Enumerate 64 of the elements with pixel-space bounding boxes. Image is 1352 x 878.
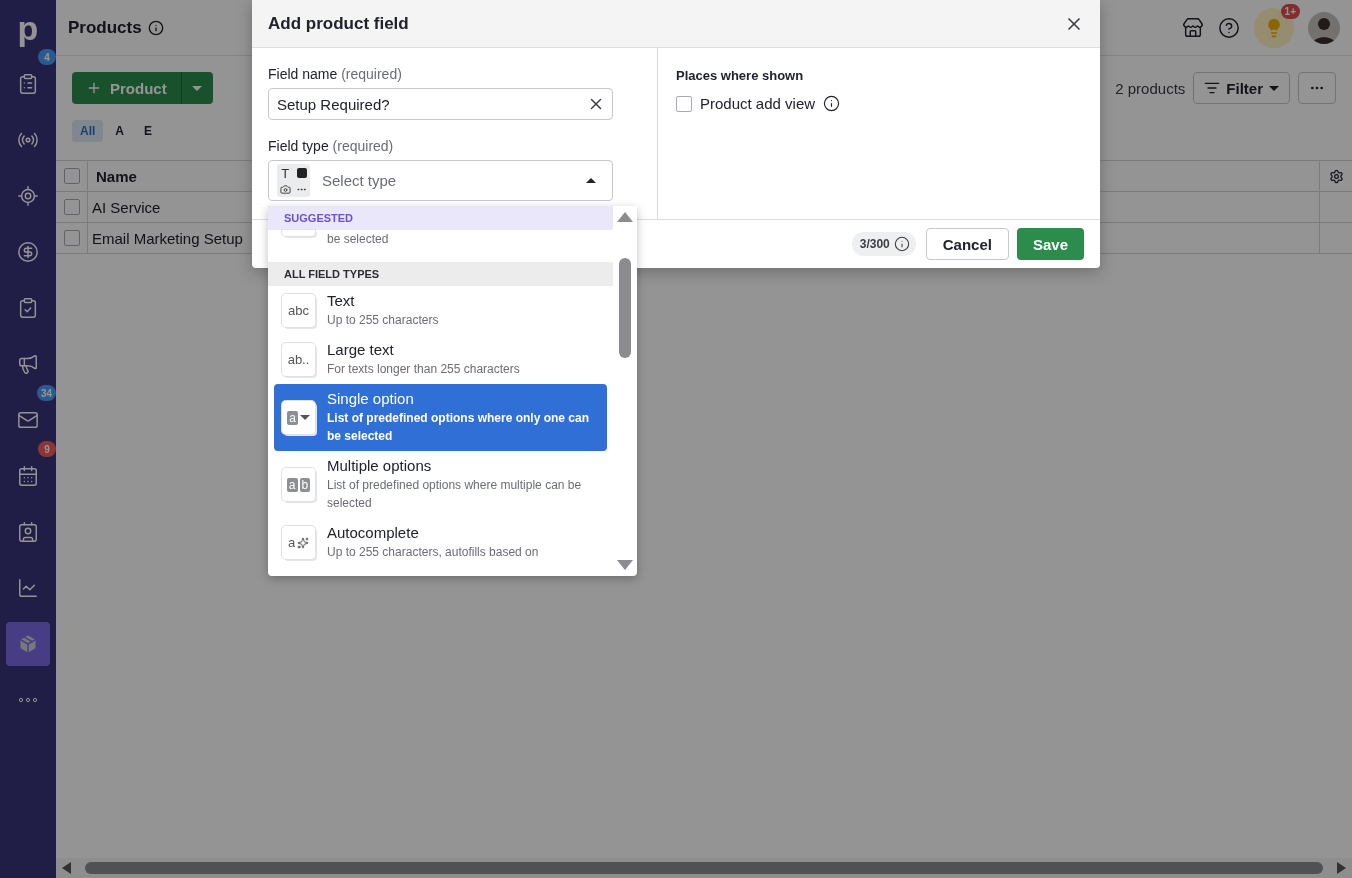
section-header: ALL FIELD TYPES	[268, 262, 613, 286]
more-icon	[19, 698, 37, 702]
calendar-icon	[17, 465, 39, 487]
megaphone-icon	[17, 353, 39, 375]
save-button[interactable]: Save	[1016, 228, 1084, 260]
count-badge: 9	[38, 441, 56, 457]
field-type-icon	[282, 230, 315, 236]
list-icon	[17, 73, 39, 95]
box-icon	[17, 633, 39, 655]
checkbox-label: Product add view	[700, 95, 816, 112]
field-type-icon: a b	[282, 468, 315, 501]
field-type-icon: a	[282, 526, 315, 559]
character-counter: 3/300	[851, 232, 916, 256]
clipboard-check-icon	[17, 297, 39, 319]
section-title: Places where shown	[676, 68, 805, 83]
store-icon[interactable]	[1182, 16, 1204, 39]
add-options-button[interactable]	[180, 72, 213, 104]
field-type-option[interactable]: abc Text Up to 255 characters	[274, 286, 607, 335]
field-type-select[interactable]: T Select type	[268, 160, 613, 201]
caret-icon	[586, 178, 596, 183]
info-icon[interactable]	[823, 95, 841, 112]
contact-card-icon	[17, 521, 39, 543]
checkbox[interactable]	[63, 168, 80, 184]
avatar[interactable]	[1308, 11, 1340, 44]
info-icon[interactable]	[893, 236, 910, 252]
field-types-icon: T	[277, 164, 310, 197]
page-title: Products	[68, 17, 142, 38]
field-label: Field name (required)	[268, 66, 403, 82]
settings-icon[interactable]	[1328, 168, 1344, 184]
dialog-title: Add product field	[268, 13, 409, 34]
filter-icon	[1204, 80, 1221, 96]
logo[interactable]: p	[17, 0, 39, 56]
select-placeholder: Select type	[322, 172, 398, 189]
tips-button[interactable]	[1254, 7, 1294, 48]
count-badge: 4	[38, 49, 56, 65]
target-icon	[17, 185, 39, 207]
scrollbar[interactable]	[56, 858, 1352, 878]
field-type-option[interactable]: ab.. Large text For texts longer than 255 characters	[274, 335, 607, 384]
add-product-button[interactable]: Product	[72, 72, 181, 104]
field-type-option[interactable]: a b Multiple options List of predefined options where multiple can be selected	[274, 451, 607, 518]
mail-icon	[17, 409, 39, 431]
notification-badge: 1+	[1280, 3, 1300, 19]
letter-filter[interactable]: E	[136, 120, 161, 142]
product-count: 2 products	[1115, 79, 1186, 97]
field-type-icon: a	[282, 401, 315, 434]
checkbox[interactable]	[63, 199, 80, 215]
checkbox[interactable]	[676, 95, 692, 112]
help-icon[interactable]	[1218, 16, 1240, 39]
field-type-option[interactable]: a Single option List of predefined options where only one can be selected	[274, 384, 607, 451]
dollar-icon	[17, 241, 39, 263]
plus-icon	[86, 80, 102, 96]
info-icon[interactable]	[147, 19, 164, 36]
field-type-icon: abc	[282, 294, 315, 327]
checkbox[interactable]	[63, 230, 80, 246]
field-type-icon: ab..	[282, 343, 315, 376]
cancel-button[interactable]: Cancel	[925, 228, 1009, 260]
chart-icon	[17, 577, 39, 599]
count-badge: 34	[36, 385, 56, 401]
field-name-input[interactable]: Setup Required?	[268, 88, 613, 120]
field-label: Field type (required)	[268, 138, 395, 154]
filter-button[interactable]: Filter	[1193, 72, 1290, 104]
field-type-option[interactable]: a Autocomplete Up to 255 characters, autofills based on	[274, 518, 607, 567]
section-header: SUGGESTED	[268, 206, 613, 230]
letter-filter[interactable]: A	[107, 120, 132, 142]
